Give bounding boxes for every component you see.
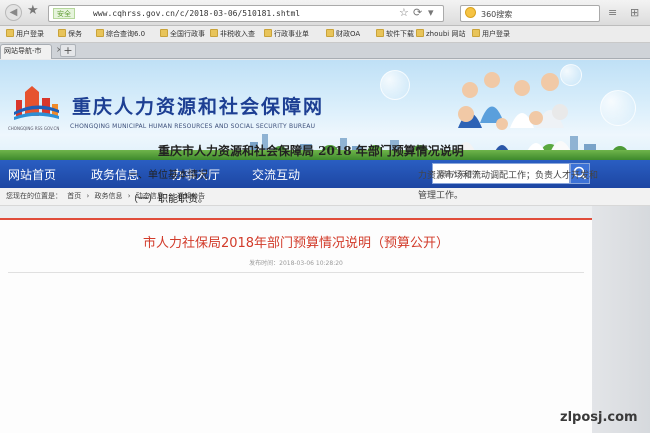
browser-address-bar: ◀ ★ 安全 www.cqhrss.gov.cn/c/2018-03-06/51… [0,0,650,26]
subsection-heading: （一）职能职责。 [128,194,208,205]
folder-icon [210,29,218,37]
folder-icon [96,29,104,37]
body-text-line: 力资源市场和流动调配工作；负责人才开发和 [418,171,599,181]
menu-icon[interactable]: ≡ [608,6,617,19]
site-title: 重庆人力资源和社会保障网 [72,96,325,118]
body-text-fragment: 力资源市场和流动调配工作；负责人才开发和 管理工作。 [418,166,598,206]
document-heading: 重庆市人力资源和社会保障局 2018 年部门预算情况说明 [158,144,464,158]
folder-icon [326,29,334,37]
bookmark-item[interactable]: 行政事业单 [264,29,309,39]
bookmark-item[interactable]: 软件下载 [376,29,414,39]
browser-search-input[interactable]: 360搜索 [460,5,600,22]
star-icon[interactable]: ★ [27,3,39,18]
nav-interaction[interactable]: 交流互动 [252,166,300,183]
folder-icon [264,29,272,37]
dropdown-icon[interactable]: ▾ [428,6,434,19]
tab-bar: 网站导航-市 × + [0,43,650,59]
bookmark-item[interactable]: zhoubi 网站 [416,29,465,39]
url-text[interactable]: www.cqhrss.gov.cn/c/2018-03-06/510181.sh… [93,9,300,18]
bubble-decoration [380,70,410,100]
search-engine-label: 360搜索 [481,10,513,19]
breadcrumb-separator: › [86,192,90,200]
bookmarks-bar: 用户登录 保务 综合查询6.0 全国行政事 非税收入查 行政事业单 财政OA 软… [0,26,650,43]
folder-icon [376,29,384,37]
favorite-star-icon[interactable]: ☆ [399,6,409,19]
bookmark-item[interactable]: 用户登录 [6,29,44,39]
body-text-line: 管理工作。 [418,191,464,201]
folder-icon [416,29,424,37]
url-input[interactable]: 安全 www.cqhrss.gov.cn/c/2018-03-06/510181… [48,5,444,22]
watermark-text: zlposj.com [560,410,638,425]
tab-active[interactable]: 网站导航-市 [0,44,52,59]
article-panel: 市人力社保局2018年部门预算情况说明（预算公开） 发布时间：2018-03-0… [0,218,592,433]
breadcrumb-item-government-info[interactable]: 政务信息 [95,192,123,200]
folder-icon [160,29,168,37]
logo-icon[interactable] [12,82,60,120]
nav-home[interactable]: 网站首页 [8,166,56,183]
breadcrumb-label: 您现在的位置是： [6,192,62,200]
search-engine-icon [465,7,476,18]
folder-icon [6,29,14,37]
breadcrumb-item-home[interactable]: 首页 [67,192,81,200]
folder-icon [58,29,66,37]
back-button[interactable]: ◀ [5,4,22,21]
safe-badge: 安全 [53,8,75,19]
new-tab-button[interactable]: + [60,44,76,57]
bookmark-item[interactable]: 用户登录 [472,29,510,39]
section-heading: 一、单位基本情况 [128,170,208,181]
refresh-icon[interactable]: ⟳ [413,6,422,19]
publish-time: 发布时间：2018-03-06 10:28:20 [249,260,343,267]
bookmark-item[interactable]: 全国行政事 [160,29,205,39]
logo-caption: CHONGQING RSS GOV.CN [8,126,60,131]
page-margin [592,206,650,433]
divider [8,272,584,273]
bookmark-item[interactable]: 非税收入查 [210,29,255,39]
bookmark-item[interactable]: 综合查询6.0 [96,29,145,39]
bookmark-item[interactable]: 保务 [58,29,82,39]
extension-icon[interactable]: ⊞ [630,6,639,19]
bookmark-item[interactable]: 财政OA [326,29,360,39]
article-title: 市人力社保局2018年部门预算情况说明（预算公开） [142,236,450,251]
folder-icon [472,29,480,37]
